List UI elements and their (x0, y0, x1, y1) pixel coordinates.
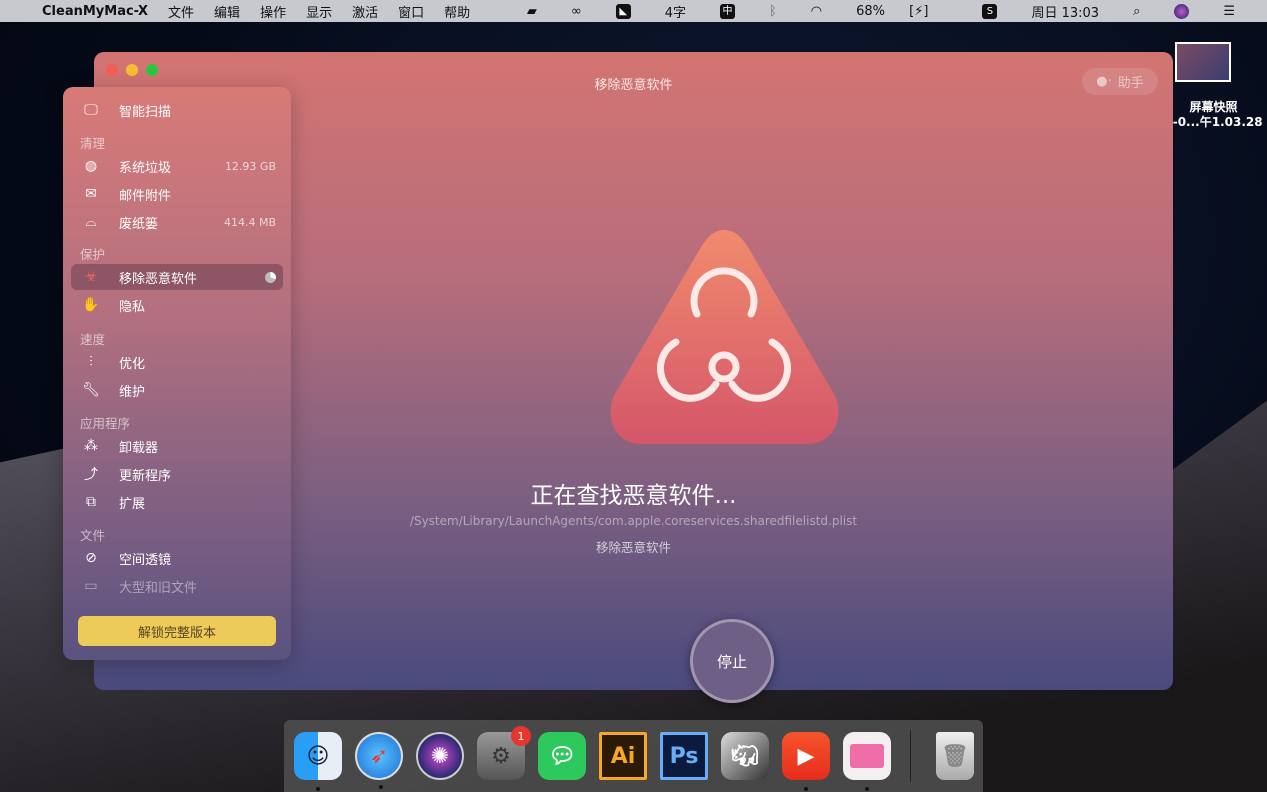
section-protect: 保护 (80, 247, 106, 262)
spotlight-icon[interactable]: ⌕ (1133, 4, 1140, 19)
notification-icon[interactable]: ▰ (527, 4, 537, 19)
menu-action[interactable]: 操作 (260, 2, 286, 21)
sidebar-item-uninstaller[interactable]: ⁂ 卸载器 (71, 433, 283, 459)
sidebar-item-mail-attachments[interactable]: ✉ 邮件附件 (71, 181, 283, 207)
biohazard-icon: ☣ (84, 269, 98, 285)
sidebar-item-smart-scan[interactable]: 🖵 智能扫描 (71, 97, 283, 123)
wechat-icon: 💬︎ (548, 743, 576, 769)
sidebar-item-malware-removal[interactable]: ☣ 移除恶意软件 (71, 264, 283, 290)
sliders-icon: ⫶ (89, 354, 93, 370)
sogou-icon[interactable]: S (982, 3, 998, 19)
menu-edit[interactable]: 编辑 (214, 2, 240, 21)
envelope-icon: ✉ (85, 186, 97, 202)
dock-photoshop[interactable]: Ps (660, 732, 708, 780)
sidebar-item-extensions[interactable]: ⧉ 扩展 (71, 489, 283, 515)
section-clean: 清理 (80, 136, 106, 151)
input-count[interactable]: 4字 (665, 2, 686, 21)
dock-system-preferences[interactable]: ⚙ 1 (477, 726, 531, 780)
clock[interactable]: 周日 13:03 (1031, 2, 1099, 21)
input-method-icon[interactable]: 中 (719, 3, 735, 19)
rhino-icon: 🦏︎ (731, 743, 759, 769)
dock-cleanmymac[interactable] (843, 732, 891, 791)
notification-badge: 1 (511, 726, 531, 746)
monitor-icon: 🖵 (84, 102, 98, 118)
menu-help[interactable]: 帮助 (444, 2, 470, 21)
wrench-icon: 🔧︎ (82, 382, 100, 398)
kuaishou-menu-icon[interactable]: ◣ (615, 3, 631, 19)
sidebar-item-maintenance[interactable]: 🔧︎ 维护 (71, 377, 283, 403)
stop-button[interactable]: 停止 (690, 619, 774, 703)
menu-app-name[interactable]: CleanMyMac-X (42, 4, 148, 19)
menu-bar: CleanMyMac-X 文件 编辑 操作 显示 激活 窗口 帮助 ▰ ∞ ◣ … (0, 0, 1267, 22)
dock-safari[interactable]: ➶ (355, 732, 403, 789)
battery-percent[interactable]: 68% (856, 4, 885, 19)
finder-icon: ☺ (306, 743, 330, 769)
dock-finder[interactable]: ☺ (294, 732, 342, 791)
play-icon: ▶ (797, 743, 815, 769)
system-junk-icon: ◍ (84, 158, 98, 174)
menu-window[interactable]: 窗口 (398, 2, 424, 21)
puzzle-icon: ⧉ (86, 494, 96, 510)
battery-icon[interactable]: [⚡] (909, 4, 928, 19)
section-applications: 应用程序 (80, 416, 131, 431)
folder-icon: ▭ (84, 578, 98, 594)
menu-view[interactable]: 显示 (306, 2, 332, 21)
sidebar-item-system-junk[interactable]: ◍ 系统垃圾 12.93 GB (71, 153, 283, 179)
sidebar-item-optimization[interactable]: ⫶ 优化 (71, 349, 283, 375)
gear-icon: ⚙ (491, 743, 511, 769)
dock: ☺ ➶ ✺ ⚙ 1 💬︎ Ai Ps 🦏︎ ▶ 🗑︎ (284, 720, 983, 792)
section-speed: 速度 (80, 332, 106, 347)
progress-pie-icon (265, 271, 276, 283)
biohazard-hero-icon (610, 230, 839, 444)
notification-center-icon[interactable]: ☰ (1223, 4, 1235, 19)
bluetooth-icon[interactable]: ᛒ (769, 4, 777, 19)
siri-icon[interactable] (1174, 3, 1190, 19)
unlock-full-version-button[interactable]: 解锁完整版本 (78, 616, 276, 646)
desktop-screenshot-label[interactable]: 屏幕快照 2-0...午1.03.28 (1160, 100, 1267, 130)
sidebar-item-space-lens[interactable]: ⊘ 空间透镜 (71, 545, 283, 571)
creative-cloud-icon[interactable]: ∞ (571, 4, 582, 19)
dock-kuaishou[interactable]: ▶ (782, 732, 830, 791)
assistant-toggle-icon: ●· (1096, 74, 1112, 89)
update-arrow-icon: ⤴ (84, 467, 98, 483)
cleanmymac-icon (850, 744, 884, 768)
dock-wechat[interactable]: 💬︎ (538, 732, 586, 780)
trash-icon: 🗑︎ (941, 743, 969, 769)
menu-file[interactable]: 文件 (168, 2, 194, 21)
dock-separator (910, 730, 911, 782)
planet-icon: ⊘ (85, 550, 97, 566)
dock-trash[interactable]: 🗑︎ (936, 732, 974, 780)
sidebar-item-privacy[interactable]: ✋ 隐私 (71, 292, 283, 318)
sidebar-item-updater[interactable]: ⤴ 更新程序 (71, 461, 283, 487)
dock-rhino[interactable]: 🦏︎ (721, 732, 769, 780)
section-files: 文件 (80, 528, 106, 543)
compass-icon: ➶ (369, 743, 389, 769)
uninstaller-icon: ⁂ (84, 438, 98, 454)
dock-illustrator[interactable]: Ai (599, 732, 647, 780)
wifi-icon[interactable]: ◠ (811, 4, 822, 19)
sidebar: 🖵 智能扫描 清理 ◍ 系统垃圾 12.93 GB ✉ 邮件附件 ⌓ 废纸篓 414.4 M… (63, 87, 291, 660)
menu-activate[interactable]: 激活 (352, 2, 378, 21)
dock-siri[interactable]: ✺ (416, 732, 464, 780)
sidebar-item-large-old-files[interactable]: ▭ 大型和旧文件 (71, 573, 283, 599)
hand-icon: ✋ (82, 297, 100, 313)
desktop-screenshot-file[interactable] (1175, 42, 1231, 82)
sidebar-item-trash[interactable]: ⌓ 废纸篓 414.4 MB (71, 209, 283, 235)
siri-dock-icon: ✺ (430, 743, 450, 769)
assistant-button[interactable]: ●· 助手 (1082, 68, 1158, 95)
trash-bin-icon: ⌓ (85, 214, 97, 230)
